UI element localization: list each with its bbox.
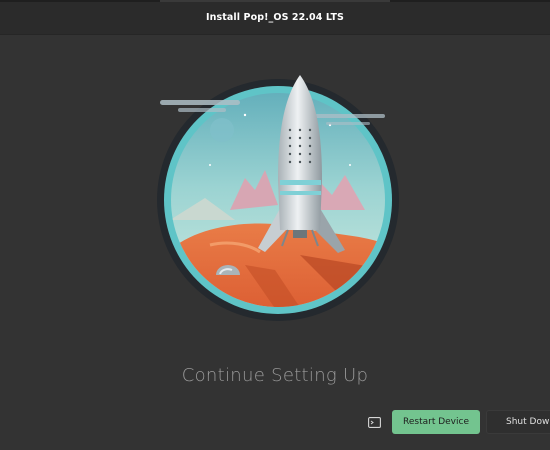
titlebar-top-edge — [0, 0, 550, 2]
shut-down-button[interactable]: Shut Down — [486, 410, 550, 434]
page-heading: Continue Setting Up — [181, 365, 369, 386]
terminal-icon[interactable] — [366, 414, 382, 430]
restart-device-button[interactable]: Restart Device — [392, 410, 480, 434]
titlebar: Install Pop!_OS 22.04 LTS — [0, 0, 550, 35]
window-title: Install Pop!_OS 22.04 LTS — [206, 11, 344, 23]
rocket-illustration — [150, 70, 410, 330]
